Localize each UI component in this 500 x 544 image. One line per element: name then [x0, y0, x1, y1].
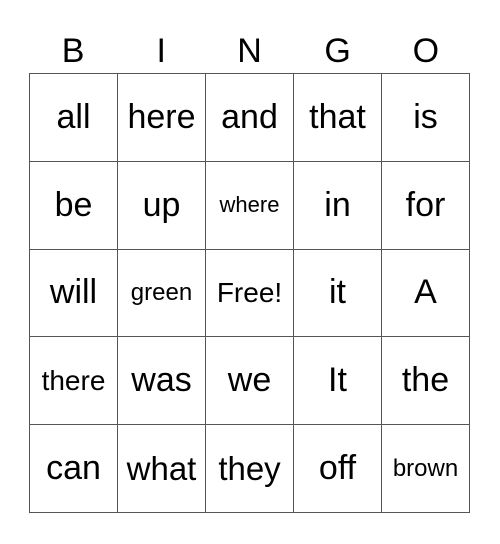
header-letter-b: B — [61, 32, 85, 70]
bingo-cell[interactable]: for — [382, 161, 470, 250]
bingo-header: B I N G O — [29, 30, 470, 72]
bingo-cell[interactable]: can — [30, 425, 118, 513]
bingo-cell[interactable]: off — [294, 425, 382, 513]
bingo-cell[interactable]: what — [118, 425, 206, 513]
free-space-cell[interactable]: Free! — [206, 249, 294, 338]
header-letter-i: I — [156, 32, 166, 70]
bingo-grid: all here and that is be up where in for … — [29, 73, 470, 513]
bingo-cell[interactable]: the — [382, 337, 470, 426]
bingo-cell[interactable]: where — [206, 161, 294, 250]
bingo-cell[interactable]: all — [30, 74, 118, 162]
header-letter-o: O — [412, 32, 440, 70]
bingo-cell[interactable]: they — [206, 425, 294, 513]
header-letter-g: G — [324, 32, 351, 70]
bingo-cell[interactable]: be — [30, 161, 118, 250]
bingo-cell[interactable]: green — [118, 249, 206, 338]
bingo-cell[interactable]: it — [294, 249, 382, 338]
bingo-cell[interactable]: brown — [382, 425, 470, 513]
bingo-cell[interactable]: here — [118, 74, 206, 162]
header-letter-n: N — [237, 32, 262, 70]
bingo-cell[interactable]: in — [294, 161, 382, 250]
bingo-cell[interactable]: there — [30, 337, 118, 426]
bingo-cell[interactable]: that — [294, 74, 382, 162]
bingo-cell[interactable]: we — [206, 337, 294, 426]
bingo-cell[interactable]: is — [382, 74, 470, 162]
bingo-cell[interactable]: will — [30, 249, 118, 338]
bingo-cell[interactable]: was — [118, 337, 206, 426]
bingo-cell[interactable]: A — [382, 249, 470, 338]
bingo-cell[interactable]: up — [118, 161, 206, 250]
bingo-cell[interactable]: It — [294, 337, 382, 426]
bingo-cell[interactable]: and — [206, 74, 294, 162]
